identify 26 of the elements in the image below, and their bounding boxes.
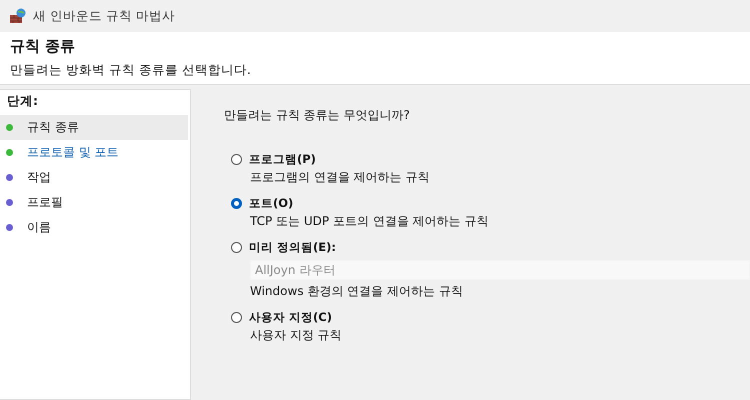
option-description: TCP 또는 UDP 포트의 연결을 제어하는 규칙: [250, 213, 490, 230]
step-item[interactable]: 이름: [0, 215, 188, 240]
step-label: 프로필: [27, 194, 63, 211]
window-title: 새 인바운드 규칙 마법사: [33, 8, 175, 24]
step-label: 이름: [27, 219, 51, 236]
step-label: 작업: [27, 169, 51, 186]
step-link[interactable]: 프로토콜 및 포트: [27, 144, 119, 161]
option-label[interactable]: 포트(O): [249, 196, 294, 211]
option-description: 프로그램의 연결을 제어하는 규칙: [250, 169, 430, 186]
step-item[interactable]: 작업: [0, 165, 188, 190]
option-description: Windows 환경의 연결을 제어하는 규칙: [250, 283, 464, 300]
step-item[interactable]: 프로필: [0, 190, 188, 215]
page-subtitle: 만들려는 방화벽 규칙 종류를 선택합니다.: [10, 62, 252, 79]
radio-button[interactable]: [231, 154, 242, 165]
radio-button[interactable]: [231, 312, 242, 323]
step-item[interactable]: 프로토콜 및 포트: [0, 140, 188, 165]
option-description: 사용자 지정 규칙: [250, 327, 343, 344]
steps-heading: 단계:: [6, 92, 39, 110]
page-heading: 규칙 종류: [10, 37, 76, 56]
option-label[interactable]: 프로그램(P): [249, 152, 316, 167]
step-label: 규칙 종류: [27, 119, 79, 136]
step-item[interactable]: 규칙 종류: [0, 115, 188, 140]
radio-button[interactable]: [231, 198, 242, 209]
firewall-icon: [9, 8, 27, 24]
question-text: 만들려는 규칙 종류는 무엇입니까?: [224, 107, 411, 124]
option-label[interactable]: 사용자 지정(C): [249, 310, 332, 325]
